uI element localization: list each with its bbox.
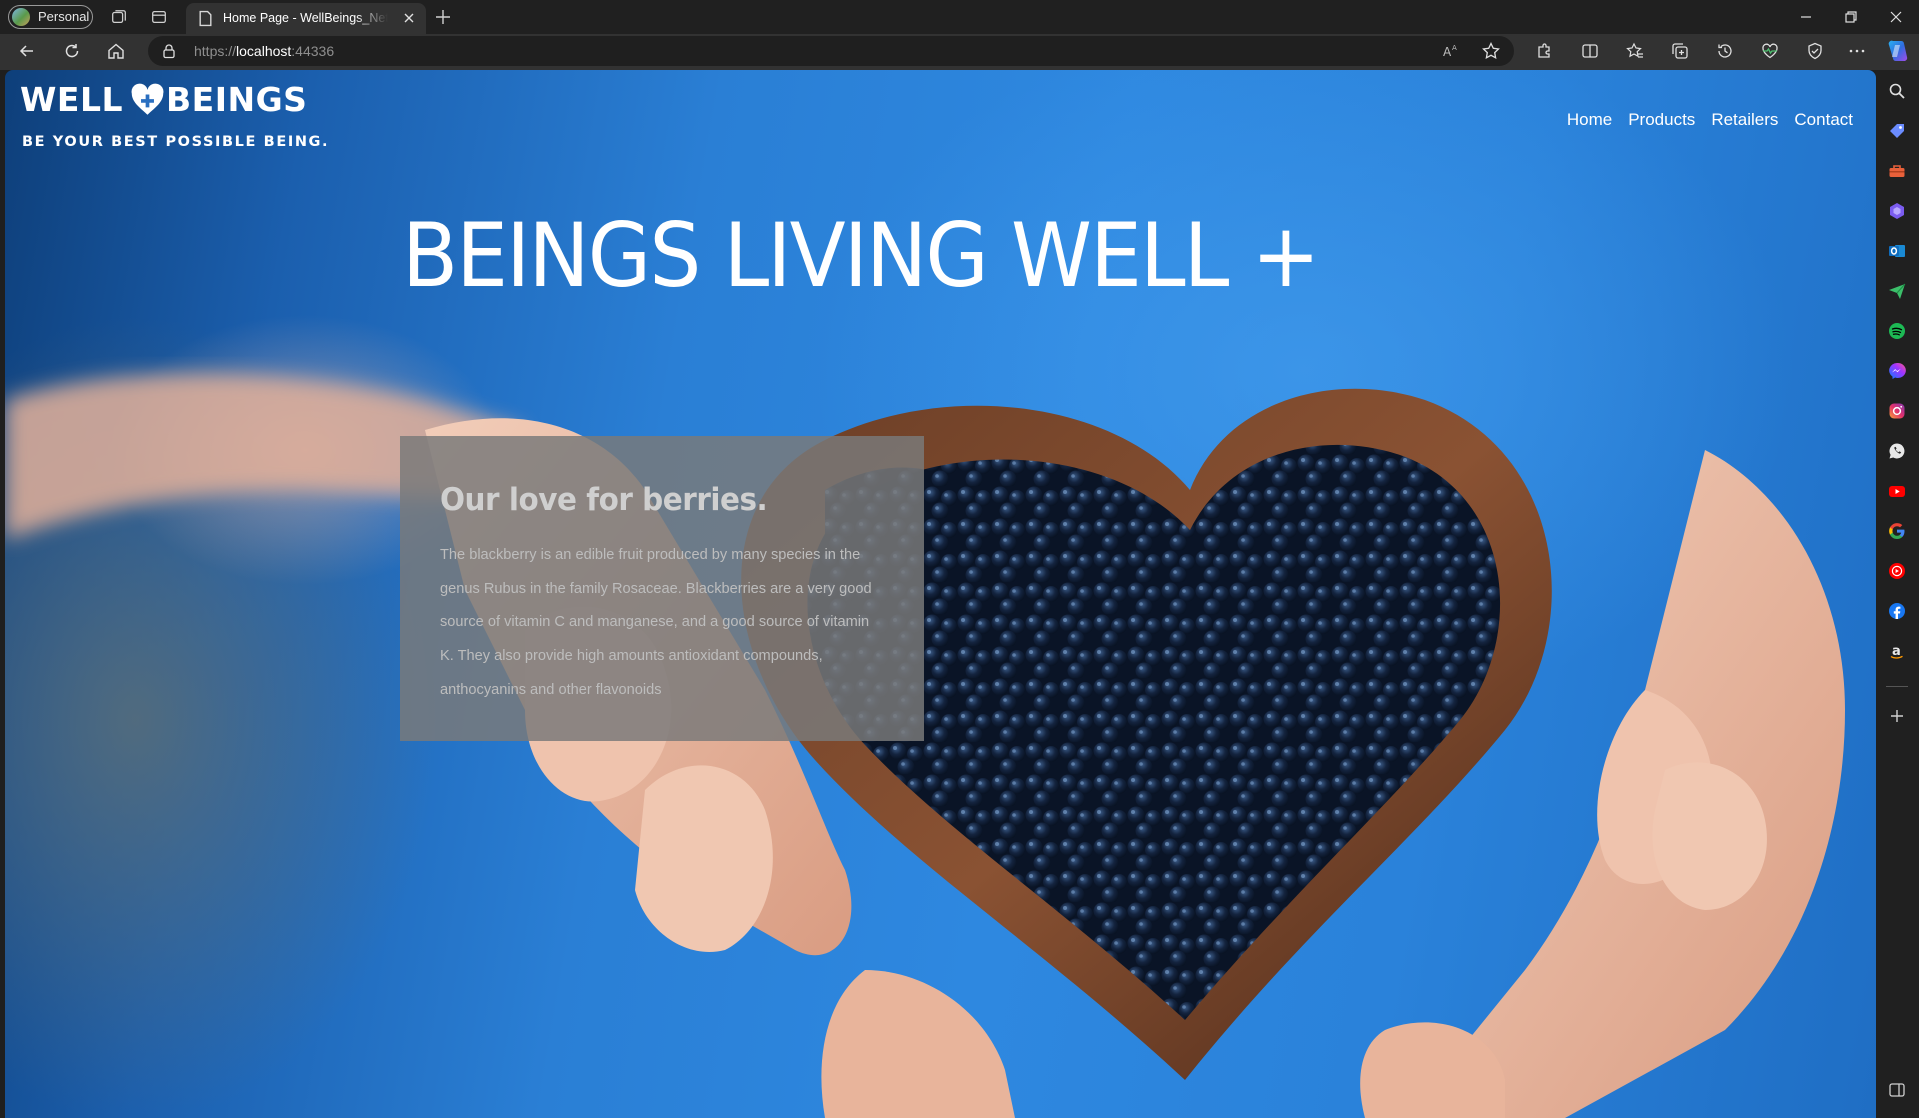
sidebar-divider bbox=[1886, 686, 1908, 687]
web-page: WELL BEINGS BE YOUR BEST POSSIBLE BEING.… bbox=[5, 70, 1876, 1118]
tab-actions-icon[interactable] bbox=[150, 8, 168, 26]
title-bar: Personal Home Page - WellBeings_NetCore bbox=[0, 0, 1919, 34]
close-window-icon[interactable] bbox=[1886, 7, 1906, 27]
back-arrow-icon[interactable] bbox=[17, 41, 37, 61]
extensions-icon[interactable] bbox=[1534, 41, 1554, 61]
spotify-icon[interactable] bbox=[1887, 321, 1907, 341]
logo-word-well: WELL bbox=[20, 80, 123, 119]
send-icon[interactable] bbox=[1887, 281, 1907, 301]
svg-text:A: A bbox=[1443, 45, 1452, 59]
collections-icon[interactable] bbox=[1670, 41, 1690, 61]
nav-contact-link[interactable]: Contact bbox=[1794, 110, 1853, 130]
toolbox-icon[interactable] bbox=[1887, 161, 1907, 181]
add-icon[interactable] bbox=[1887, 706, 1907, 726]
browser-essentials-icon[interactable] bbox=[1805, 41, 1825, 61]
read-aloud-icon[interactable]: AA bbox=[1441, 41, 1461, 61]
url-text[interactable]: https://localhost:44336 bbox=[194, 43, 334, 59]
profile-label: Personal bbox=[38, 9, 90, 24]
messenger-icon[interactable] bbox=[1887, 361, 1907, 381]
restore-icon[interactable] bbox=[1841, 7, 1861, 27]
shopping-tag-icon[interactable] bbox=[1887, 121, 1907, 141]
search-icon[interactable] bbox=[1887, 81, 1907, 101]
profile-button[interactable]: Personal bbox=[8, 5, 93, 29]
heart-plus-icon bbox=[131, 83, 164, 115]
logo-word-beings: BEINGS bbox=[166, 80, 308, 119]
workspaces-icon[interactable] bbox=[110, 8, 128, 26]
svg-text:A: A bbox=[1452, 44, 1457, 52]
youtube-icon[interactable] bbox=[1887, 481, 1907, 501]
tab-home-page[interactable]: Home Page - WellBeings_NetCore bbox=[186, 3, 426, 34]
url-port: :44336 bbox=[291, 43, 335, 59]
outlook-icon[interactable] bbox=[1887, 241, 1907, 261]
nav-retailers-link[interactable]: Retailers bbox=[1711, 110, 1778, 130]
address-bar[interactable] bbox=[148, 36, 1514, 66]
edge-sidebar bbox=[1876, 70, 1919, 1118]
home-icon[interactable] bbox=[106, 41, 126, 61]
main-nav: Home Products Retailers Contact bbox=[1567, 110, 1853, 130]
site-logo[interactable]: WELL BEINGS BE YOUR BEST POSSIBLE BEING. bbox=[20, 80, 328, 170]
favorites-icon[interactable] bbox=[1625, 41, 1645, 61]
nav-products-link[interactable]: Products bbox=[1628, 110, 1695, 130]
whatsapp-icon[interactable] bbox=[1887, 441, 1907, 461]
split-screen-icon[interactable] bbox=[1580, 41, 1600, 61]
sidebar-toggle-icon[interactable] bbox=[1887, 1080, 1907, 1100]
favorite-star-icon[interactable] bbox=[1481, 41, 1501, 61]
health-icon[interactable] bbox=[1760, 41, 1780, 61]
more-options-icon[interactable] bbox=[1847, 41, 1867, 61]
url-scheme: https:// bbox=[194, 43, 237, 59]
facebook-icon[interactable] bbox=[1887, 601, 1907, 621]
svg-text:a: a bbox=[1892, 644, 1901, 659]
url-host: localhost bbox=[236, 43, 292, 59]
logo-tagline: BE YOUR BEST POSSIBLE BEING. bbox=[22, 134, 330, 150]
close-tab-icon[interactable] bbox=[402, 11, 416, 25]
refresh-icon[interactable] bbox=[62, 41, 82, 61]
minimize-icon[interactable] bbox=[1796, 7, 1816, 27]
google-icon[interactable] bbox=[1887, 521, 1907, 541]
youtube-music-icon[interactable] bbox=[1887, 561, 1907, 581]
profile-avatar bbox=[12, 8, 30, 26]
info-card: Our love for berries. The blackberry is … bbox=[400, 436, 924, 741]
nav-home-link[interactable]: Home bbox=[1567, 110, 1612, 130]
instagram-icon[interactable] bbox=[1887, 401, 1907, 421]
tab-title: Home Page - WellBeings_NetCore bbox=[223, 11, 388, 25]
copilot-icon[interactable] bbox=[1886, 39, 1910, 63]
card-body-text: The blackberry is an edible fruit produc… bbox=[440, 547, 872, 698]
history-icon[interactable] bbox=[1715, 41, 1735, 61]
hero-title: BEINGS LIVING WELL + bbox=[402, 204, 1320, 307]
card-heading: Our love for berries. bbox=[440, 482, 768, 518]
page-icon bbox=[199, 10, 212, 27]
new-tab-icon[interactable] bbox=[434, 8, 452, 26]
amazon-icon[interactable]: a bbox=[1887, 641, 1907, 661]
lock-icon[interactable] bbox=[161, 43, 177, 59]
copilot-app-icon[interactable] bbox=[1887, 201, 1907, 221]
